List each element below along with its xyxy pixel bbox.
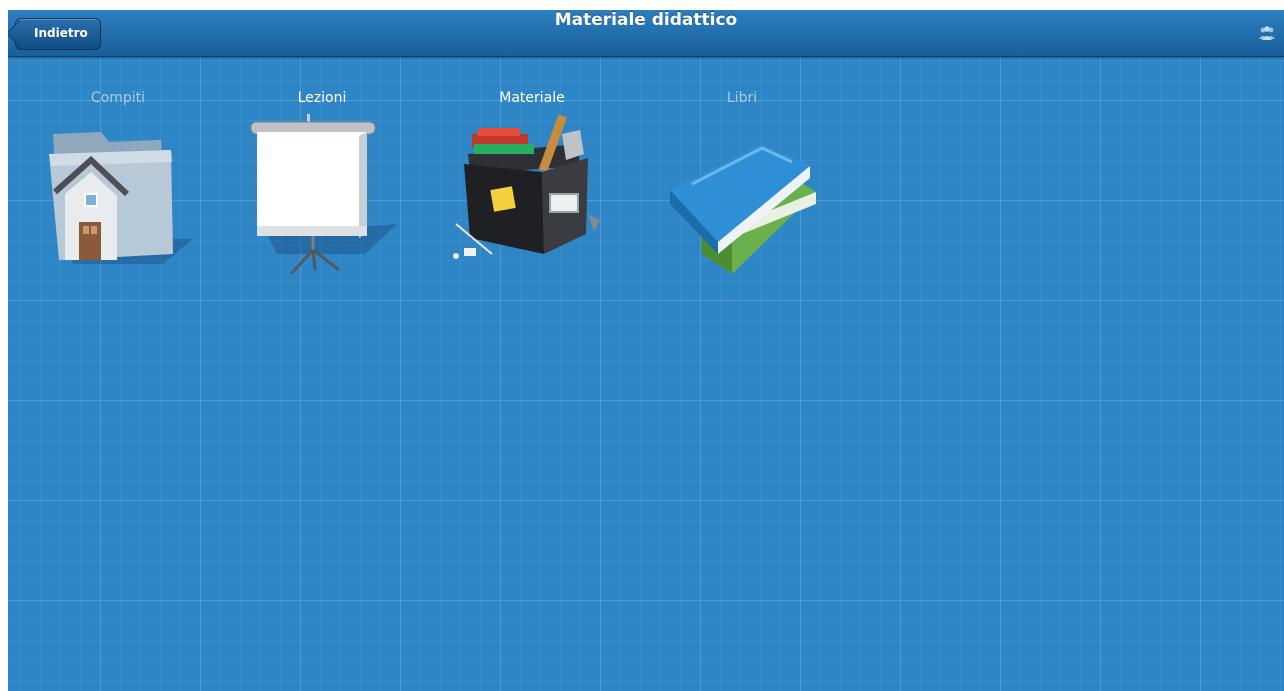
tile-compiti[interactable]: Compiti — [38, 90, 198, 290]
app-frame: Indietro Materiale didattico Compiti Lez… — [8, 10, 1284, 691]
tile-materiale[interactable]: Materiale — [452, 90, 612, 290]
tile-materiale-label: Materiale — [499, 90, 565, 106]
users-icon[interactable] — [1258, 25, 1276, 41]
tile-lezioni-label: Lezioni — [297, 90, 347, 106]
books-icon — [670, 144, 816, 274]
tile-libri-label: Libri — [726, 90, 758, 106]
folder-house-icon — [49, 132, 193, 264]
tile-lezioni[interactable]: Lezioni — [242, 90, 402, 290]
tile-compiti-label: Compiti — [90, 90, 146, 106]
tile-libri[interactable]: Libri — [662, 90, 822, 290]
projector-screen-icon — [250, 114, 397, 274]
page-title: Materiale didattico — [554, 10, 738, 30]
top-navbar: Indietro Materiale didattico — [8, 10, 1284, 57]
supply-box-icon — [453, 114, 600, 259]
